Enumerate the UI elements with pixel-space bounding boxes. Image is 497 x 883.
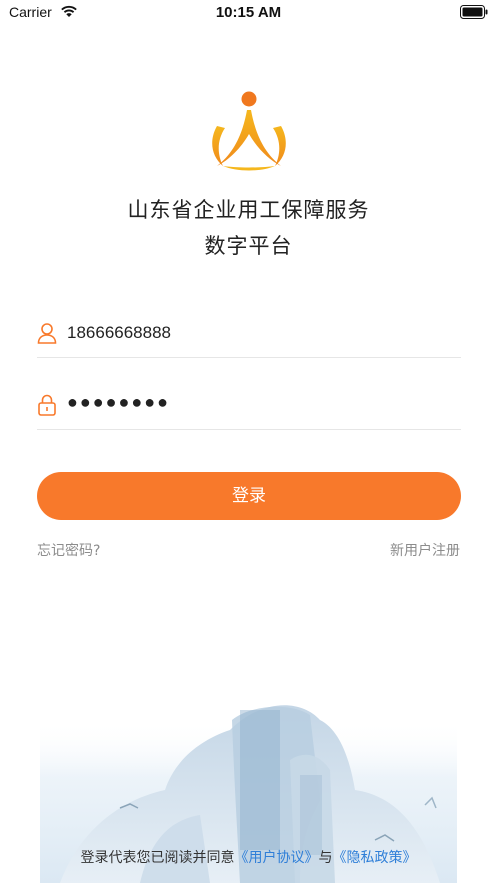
clock: 10:15 AM bbox=[215, 4, 282, 21]
agreement-and: 与 bbox=[318, 850, 333, 866]
username-field[interactable]: 18666668888 bbox=[37, 308, 461, 358]
agreement-prefix: 登录代表您已阅读并同意 bbox=[80, 850, 235, 866]
status-bar: Carrier 10:15 AM bbox=[0, 0, 497, 28]
user-icon bbox=[37, 323, 57, 344]
register-link[interactable]: 新用户注册 bbox=[390, 540, 460, 560]
privacy-policy-link[interactable]: 《隐私政策》 bbox=[333, 850, 417, 866]
app-title-line2: 数字平台 bbox=[204, 234, 293, 258]
forgot-password-link[interactable]: 忘记密码? bbox=[37, 540, 100, 560]
battery-icon bbox=[460, 5, 488, 19]
user-agreement-link[interactable]: 《用户协议》 bbox=[235, 850, 319, 866]
username-input[interactable]: 18666668888 bbox=[67, 323, 171, 343]
password-field[interactable]: ●●●●●●●● bbox=[37, 380, 461, 430]
lock-icon bbox=[38, 394, 56, 416]
login-button[interactable]: 登录 bbox=[37, 472, 461, 520]
password-input[interactable]: ●●●●●●●● bbox=[67, 392, 170, 413]
app-logo bbox=[212, 91, 286, 171]
agreement-text: 登录代表您已阅读并同意《用户协议》与《隐私政策》 bbox=[0, 847, 497, 867]
app-title-line1: 山东省企业用工保障服务 bbox=[127, 198, 370, 222]
